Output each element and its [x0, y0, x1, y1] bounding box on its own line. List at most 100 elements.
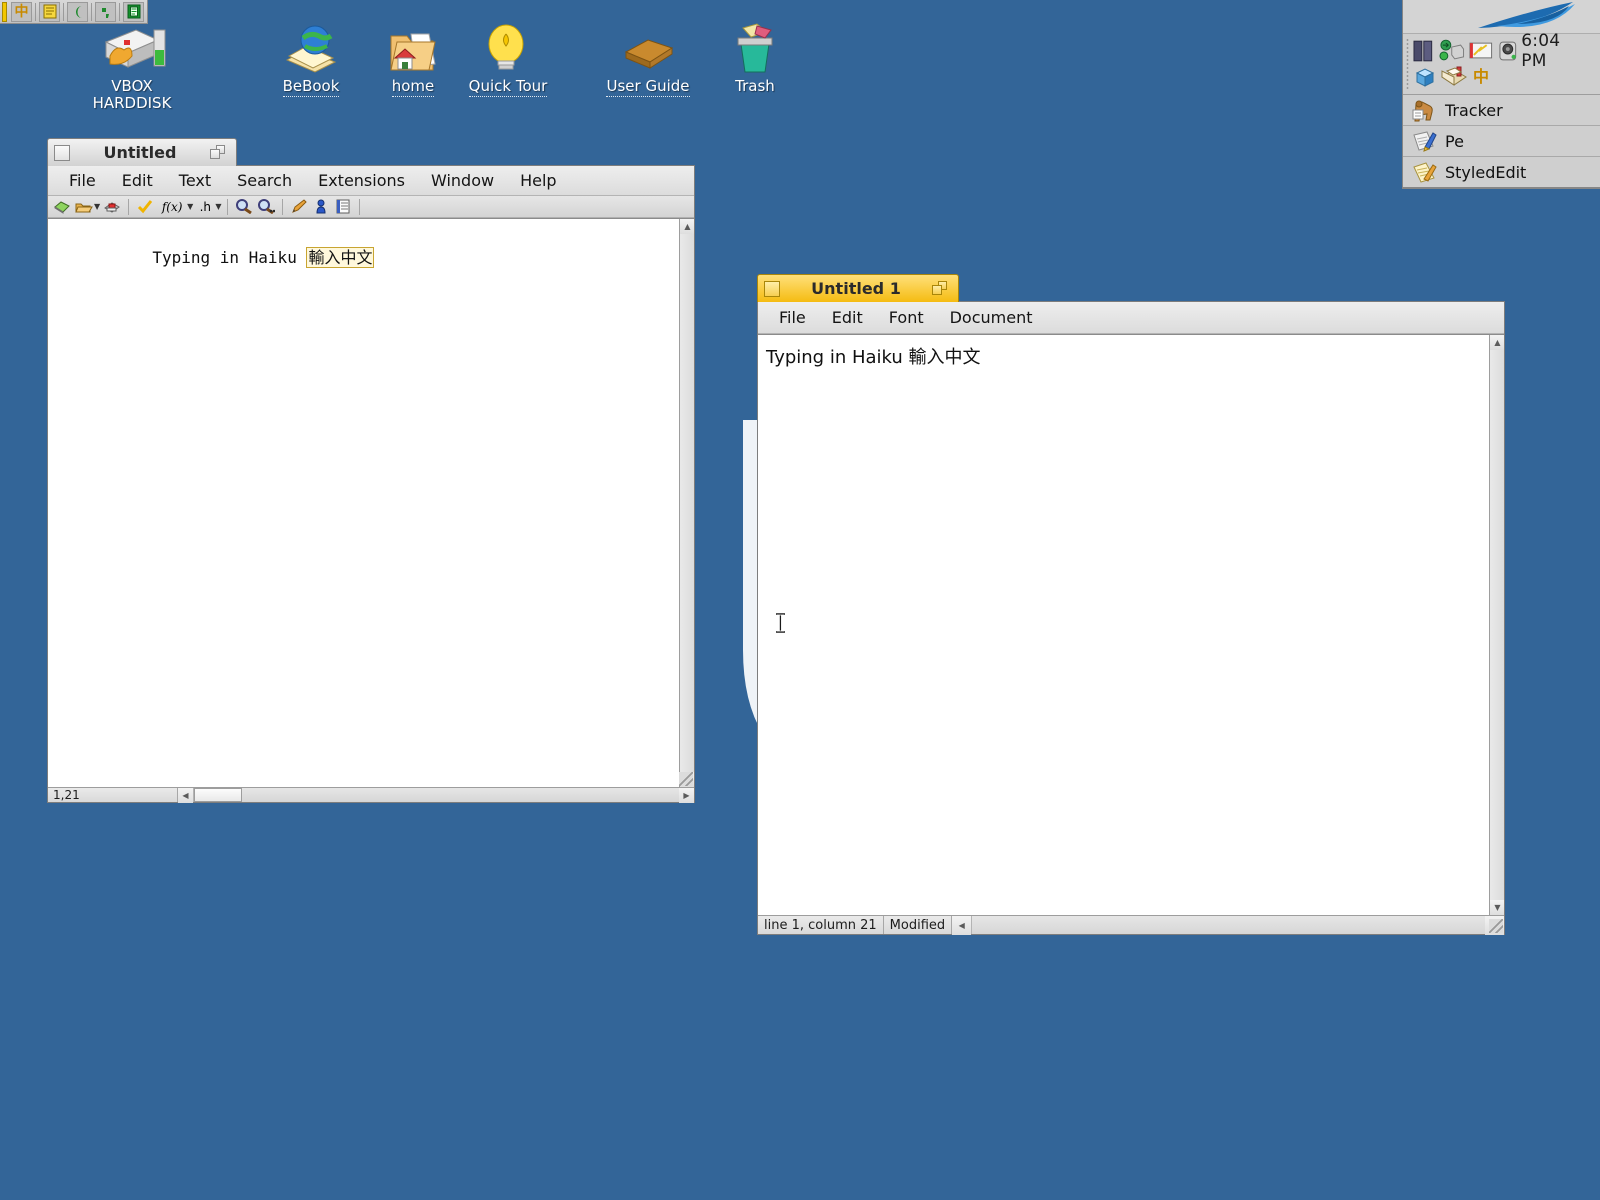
- pencil-icon: [292, 199, 308, 213]
- deskbar-leaf-logo[interactable]: [1403, 0, 1600, 34]
- pe-hscroll-track[interactable]: [193, 788, 679, 802]
- pe-window[interactable]: Untitled File Edit Text Search Extension…: [47, 138, 695, 803]
- pe-vertical-scrollbar[interactable]: ▲ ▼: [679, 219, 694, 787]
- volume-icon[interactable]: [1496, 39, 1520, 63]
- menu-document[interactable]: Document: [937, 302, 1046, 334]
- workspaces-icon[interactable]: [1413, 39, 1435, 63]
- ime-language-button[interactable]: 中: [11, 1, 32, 22]
- pe-document-text: Typing in Haiku: [152, 248, 307, 267]
- deskbar-item-tracker[interactable]: Tracker: [1403, 95, 1600, 126]
- pe-status-position: 1,21: [48, 788, 178, 802]
- header-dropdown-caret[interactable]: ▼: [215, 202, 221, 211]
- ime-keyboard-button[interactable]: [39, 1, 60, 22]
- menu-edit[interactable]: Edit: [819, 302, 876, 334]
- deskbar-item-label: Tracker: [1445, 100, 1503, 120]
- deskbar[interactable]: 6:04 PM 中 Tracker Pe StyledEdit: [1402, 0, 1600, 189]
- desktop-icon-label: home: [391, 77, 435, 97]
- pe-menubar[interactable]: File Edit Text Search Extensions Window …: [48, 166, 694, 196]
- scroll-up-button[interactable]: ▲: [680, 219, 694, 234]
- harddisk-icon: [72, 20, 192, 76]
- process-controller-icon[interactable]: [1413, 65, 1437, 89]
- syntax-check-button[interactable]: [135, 198, 155, 216]
- hscroll-right-button[interactable]: ▶: [679, 787, 694, 803]
- ime-dictionary-button[interactable]: [123, 1, 144, 22]
- stylededit-status-position: line 1, column 21: [758, 916, 884, 934]
- header-popup[interactable]: .h: [195, 198, 215, 216]
- trash-icon: [695, 20, 815, 76]
- desktop-icon-quick-tour[interactable]: Quick Tour: [448, 20, 568, 97]
- deskbar-item-stylededit[interactable]: StyledEdit: [1403, 157, 1600, 188]
- close-button[interactable]: [54, 144, 70, 161]
- menu-font[interactable]: Font: [876, 302, 937, 334]
- pe-window-tab[interactable]: Untitled: [47, 138, 237, 166]
- find-button[interactable]: [234, 198, 254, 216]
- ime-punctuation-icon: [101, 7, 109, 18]
- pe-text-area[interactable]: Typing in Haiku 輸入中文 ▲ ▼: [48, 218, 694, 787]
- pe-resize-corner[interactable]: [679, 772, 693, 786]
- deskbar-item-pe[interactable]: Pe: [1403, 126, 1600, 157]
- pe-toolbar[interactable]: ▼ f(x) ▼ .h ▼: [48, 196, 694, 218]
- pe-pencil-icon: [1413, 131, 1437, 152]
- deskbar-clock[interactable]: 6:04 PM: [1521, 31, 1594, 71]
- menu-extensions[interactable]: Extensions: [305, 166, 418, 196]
- ime-halfwidth-button[interactable]: [67, 1, 88, 22]
- mark-button[interactable]: [289, 198, 309, 216]
- menu-text[interactable]: Text: [166, 166, 224, 196]
- functions-popup[interactable]: f(x): [157, 198, 187, 216]
- network-status-icon[interactable]: [1437, 39, 1467, 63]
- toolbar-separator: [227, 198, 229, 215]
- power-status-icon[interactable]: [1468, 39, 1494, 63]
- stylededit-vertical-scrollbar[interactable]: ▲ ▼: [1489, 335, 1504, 915]
- stylededit-hscroll-track[interactable]: [971, 916, 1485, 934]
- menu-window[interactable]: Window: [418, 166, 507, 196]
- hscroll-left-button[interactable]: ◀: [952, 915, 972, 935]
- tray-row-top: 6:04 PM: [1413, 31, 1594, 71]
- menu-edit[interactable]: Edit: [109, 166, 166, 196]
- deskbar-tray[interactable]: 6:04 PM 中: [1403, 31, 1600, 95]
- menu-help[interactable]: Help: [507, 166, 569, 196]
- pe-horizontal-scroll-row[interactable]: 1,21 ◀ ▶: [48, 787, 694, 803]
- mail-icon[interactable]: [1439, 65, 1469, 89]
- stylededit-window-tab[interactable]: Untitled 1: [757, 274, 959, 302]
- desktop-icon-trash[interactable]: Trash: [695, 20, 815, 96]
- zoom-button[interactable]: [210, 144, 228, 161]
- split-view-button[interactable]: [333, 198, 353, 216]
- menu-file[interactable]: File: [766, 302, 819, 334]
- split-view-icon: [336, 199, 350, 214]
- desktop[interactable]: VBOX HARDDISK BeBook home Quick Tour Use…: [0, 0, 1600, 1200]
- deskbar-item-label: StyledEdit: [1445, 162, 1527, 182]
- tray-drag-dots[interactable]: [1406, 38, 1409, 90]
- save-document-button[interactable]: [102, 198, 122, 216]
- stylededit-menubar[interactable]: File Edit Font Document: [758, 302, 1504, 334]
- stylededit-window[interactable]: Untitled 1 File Edit Font Document Typin…: [757, 274, 1505, 935]
- hscroll-left-button[interactable]: ◀: [178, 787, 193, 803]
- menu-search[interactable]: Search: [224, 166, 305, 196]
- open-folder-icon: [75, 203, 93, 212]
- open-document-button[interactable]: [74, 198, 94, 216]
- zoom-button[interactable]: [932, 280, 950, 297]
- ime-punctuation-button[interactable]: [95, 1, 116, 22]
- scroll-down-button[interactable]: ▼: [1490, 900, 1504, 915]
- functions-dropdown-caret[interactable]: ▼: [187, 202, 193, 211]
- new-document-button[interactable]: [52, 198, 72, 216]
- find-next-button[interactable]: [256, 198, 276, 216]
- save-icon: [104, 201, 121, 213]
- toolbar-separator: [359, 198, 361, 215]
- input-method-toolbar[interactable]: 中: [0, 0, 148, 24]
- new-document-icon: [54, 200, 70, 214]
- desktop-icon-vbox-harddisk[interactable]: VBOX HARDDISK: [72, 20, 192, 113]
- close-button[interactable]: [764, 280, 780, 297]
- desktop-icon-user-guide[interactable]: User Guide: [588, 20, 708, 97]
- stylededit-status-row[interactable]: line 1, column 21 Modified ◀ ▶: [758, 915, 1504, 935]
- menu-file[interactable]: File: [56, 166, 109, 196]
- scroll-up-button[interactable]: ▲: [1490, 335, 1504, 350]
- stylededit-resize-corner[interactable]: [1489, 919, 1503, 933]
- deskbar-item-label: Pe: [1445, 131, 1464, 151]
- bookmark-button[interactable]: [311, 198, 331, 216]
- ime-halfwidth-icon: [75, 5, 82, 18]
- open-dropdown-caret[interactable]: ▼: [94, 202, 100, 211]
- ime-drag-handle[interactable]: [2, 1, 7, 22]
- pe-hscroll-thumb[interactable]: [194, 788, 242, 802]
- stylededit-text-area[interactable]: Typing in Haiku 輸入中文 ▲ ▼: [758, 334, 1504, 915]
- input-method-icon[interactable]: 中: [1473, 69, 1489, 85]
